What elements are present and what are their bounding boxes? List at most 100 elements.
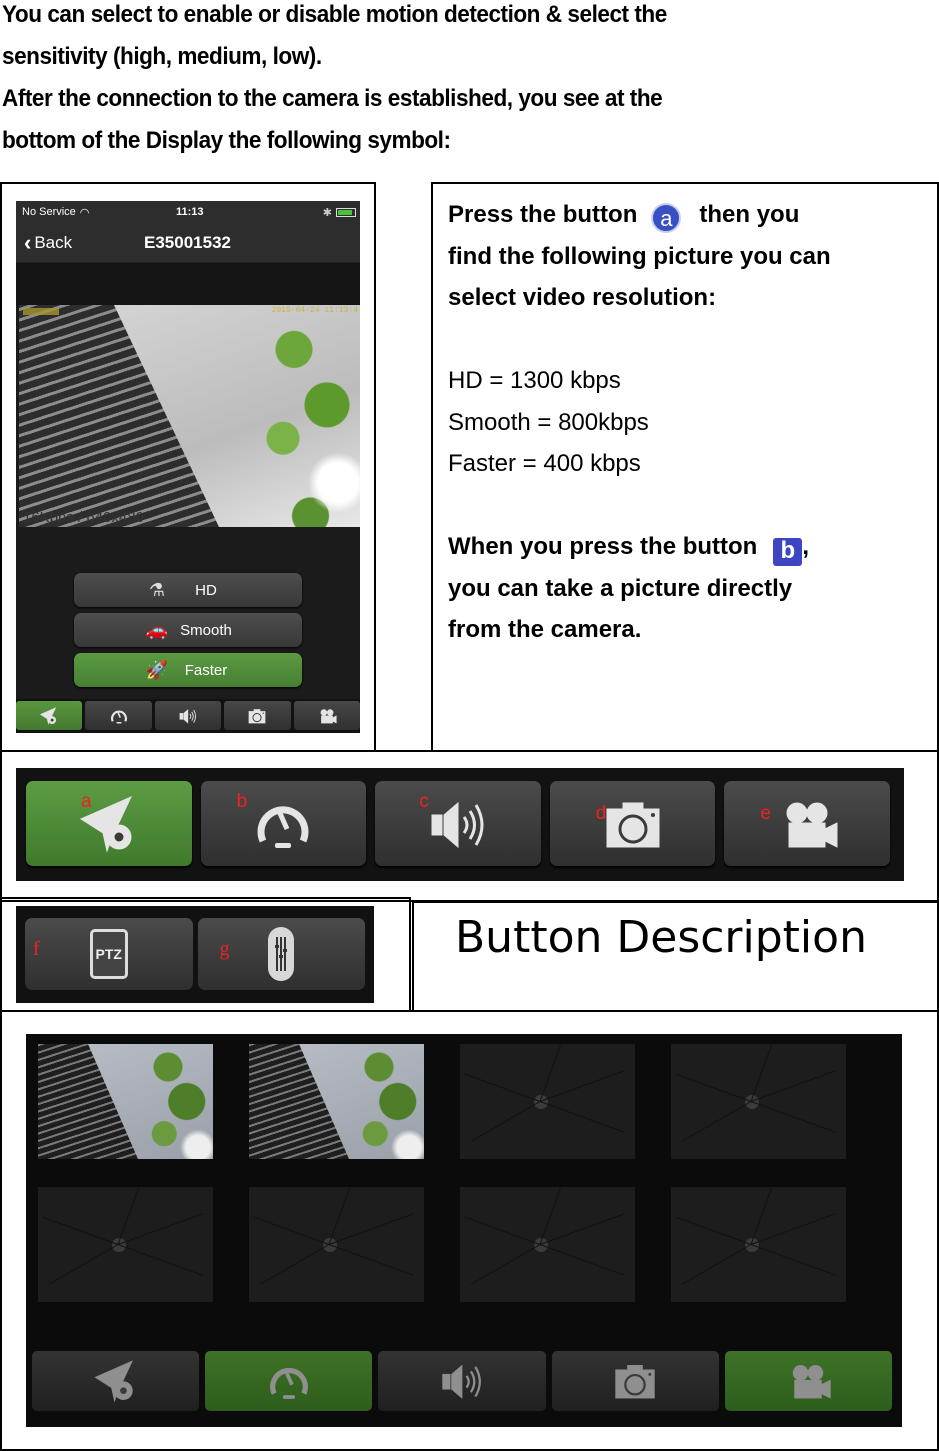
rate-faster: Faster = 400 kbps bbox=[448, 450, 641, 477]
video-plant bbox=[250, 305, 360, 527]
tab-record[interactable] bbox=[293, 701, 360, 730]
settings-icon bbox=[81, 1355, 151, 1407]
quality-smooth-button[interactable]: 🚗 Smooth bbox=[74, 613, 302, 647]
shutter-blade bbox=[117, 1244, 203, 1276]
osd-camera-name bbox=[23, 308, 59, 315]
rate-smooth: Smooth = 800kbps bbox=[448, 408, 649, 436]
tab-audio[interactable] bbox=[378, 1351, 546, 1411]
toolbar-button-a[interactable]: a bbox=[26, 781, 192, 866]
tab-audio[interactable] bbox=[154, 701, 222, 730]
video-header-bar bbox=[16, 263, 360, 305]
shutter-blade bbox=[681, 1101, 752, 1142]
button-letter: d bbox=[595, 803, 607, 824]
ptz-icon: PTZ bbox=[89, 929, 128, 979]
shutter-blade bbox=[750, 1244, 836, 1276]
quality-label: Faster bbox=[184, 661, 228, 679]
text-fragment: then you bbox=[699, 201, 800, 228]
bluetooth-icon: ✱ bbox=[322, 206, 332, 219]
rate-hd: HD = 1300 kbps bbox=[448, 367, 621, 394]
shutter-blade bbox=[464, 1216, 541, 1245]
thumbnail-grid bbox=[38, 1044, 846, 1302]
tab-snapshot[interactable] bbox=[551, 1351, 719, 1411]
tab-speed[interactable] bbox=[205, 1351, 373, 1411]
button-letter: g bbox=[219, 938, 230, 960]
quality-hd-button[interactable]: ⚗ HD bbox=[74, 573, 302, 607]
speedometer-icon bbox=[105, 705, 133, 727]
button-b-badge: b bbox=[773, 538, 803, 566]
speaker-icon bbox=[427, 1355, 497, 1407]
text-fragment: , bbox=[802, 533, 809, 560]
toolbar-button-c[interactable]: c bbox=[375, 781, 541, 866]
shutter-blade bbox=[750, 1070, 836, 1102]
camera-icon bbox=[243, 705, 271, 727]
back-label: Back bbox=[34, 232, 73, 252]
carrier-label: No Service bbox=[22, 206, 76, 218]
button-letter: f bbox=[33, 938, 40, 960]
tab-record[interactable] bbox=[724, 1351, 893, 1411]
quality-label: Smooth bbox=[180, 621, 232, 639]
intro-line: sensitivity (high, medium, low). bbox=[2, 43, 322, 70]
shutter-blade bbox=[259, 1244, 330, 1285]
tab-snapshot[interactable] bbox=[224, 701, 291, 730]
tab-speed[interactable] bbox=[85, 701, 152, 730]
thumbnail-empty[interactable] bbox=[460, 1187, 635, 1302]
quality-label: HD bbox=[195, 581, 217, 599]
speedometer-icon bbox=[254, 1355, 324, 1407]
shutter-blade bbox=[328, 1244, 414, 1276]
tab-settings[interactable] bbox=[16, 701, 83, 730]
thumbnail-empty[interactable] bbox=[249, 1187, 424, 1302]
speedometer-icon bbox=[243, 789, 323, 859]
thumbnail-captured[interactable] bbox=[38, 1044, 213, 1159]
toolbar-button-g[interactable]: g bbox=[197, 918, 365, 990]
speaker-icon bbox=[174, 705, 202, 727]
video-camera-icon bbox=[767, 789, 847, 859]
shutter-blade bbox=[539, 1244, 625, 1276]
quality-menu: ⚗ HD 🚗 Smooth 🚀 Faster bbox=[16, 527, 360, 687]
shutter-blade bbox=[464, 1073, 541, 1102]
button-letter: c bbox=[419, 791, 429, 812]
back-button[interactable]: ‹ Back bbox=[24, 230, 72, 256]
intro-line: bottom of the Display the following symb… bbox=[2, 127, 451, 154]
toolbar-button-f[interactable]: f PTZ bbox=[25, 918, 193, 990]
intro-line: After the connection to the camera is es… bbox=[2, 85, 663, 112]
intro-line: You can select to enable or disable moti… bbox=[2, 1, 667, 28]
shutter-blade bbox=[675, 1073, 752, 1102]
shutter-blade bbox=[539, 1070, 625, 1102]
shutter-blade bbox=[253, 1216, 330, 1245]
thumbnail-empty[interactable] bbox=[671, 1187, 846, 1302]
press-b-line2: you can take a picture directly bbox=[448, 574, 793, 602]
toolbar-button-b[interactable]: b bbox=[200, 781, 367, 866]
live-video[interactable]: 2015-04-24 11:13:4 16Kbps / 640x480 bbox=[19, 305, 360, 527]
shutter-blade bbox=[328, 1213, 414, 1245]
quality-faster-button[interactable]: 🚀 Faster bbox=[74, 653, 302, 687]
gallery-tab-bar bbox=[32, 1351, 893, 1411]
shutter-blade bbox=[48, 1244, 119, 1285]
shutter-blade bbox=[539, 1101, 625, 1133]
battery-icon bbox=[336, 207, 356, 217]
button-letter: b bbox=[236, 791, 248, 812]
tab-settings[interactable] bbox=[32, 1351, 200, 1411]
thumbnail-empty[interactable] bbox=[671, 1044, 846, 1159]
chevron-left-icon: ‹ bbox=[24, 229, 32, 255]
text-fragment: Press the button bbox=[448, 201, 638, 228]
press-a-line: Press the button a then you bbox=[448, 194, 928, 236]
press-a-line3: select video resolution: bbox=[448, 284, 717, 311]
status-bar: No Service ◠ 11:13 ✱ bbox=[16, 201, 360, 223]
description-text: Press the button a then you find the follo… bbox=[448, 194, 928, 651]
phone-screenshot: No Service ◠ 11:13 ✱ ‹ Back E35001532 20… bbox=[16, 201, 360, 733]
button-letter: e bbox=[760, 803, 771, 824]
thumbnail-empty[interactable] bbox=[38, 1187, 213, 1302]
thumbnail-captured[interactable] bbox=[249, 1044, 424, 1159]
osd-timestamp: 2015-04-24 11:13:4 bbox=[271, 306, 358, 315]
shutter-blade bbox=[675, 1216, 752, 1245]
speaker-icon bbox=[418, 789, 498, 859]
toolbar-button-e[interactable]: e bbox=[724, 781, 890, 866]
intro-text: You can select to enable or disable moti… bbox=[2, 0, 881, 162]
press-b-line: When you press the button b, bbox=[448, 526, 928, 568]
thumbnail-empty[interactable] bbox=[460, 1044, 635, 1159]
toolbar-button-d[interactable]: d bbox=[549, 781, 716, 866]
button-description-heading: Button Description bbox=[455, 912, 867, 963]
phone-tab-bar bbox=[16, 699, 360, 733]
shutter-blade bbox=[681, 1244, 752, 1285]
clock: 11:13 bbox=[176, 206, 204, 218]
